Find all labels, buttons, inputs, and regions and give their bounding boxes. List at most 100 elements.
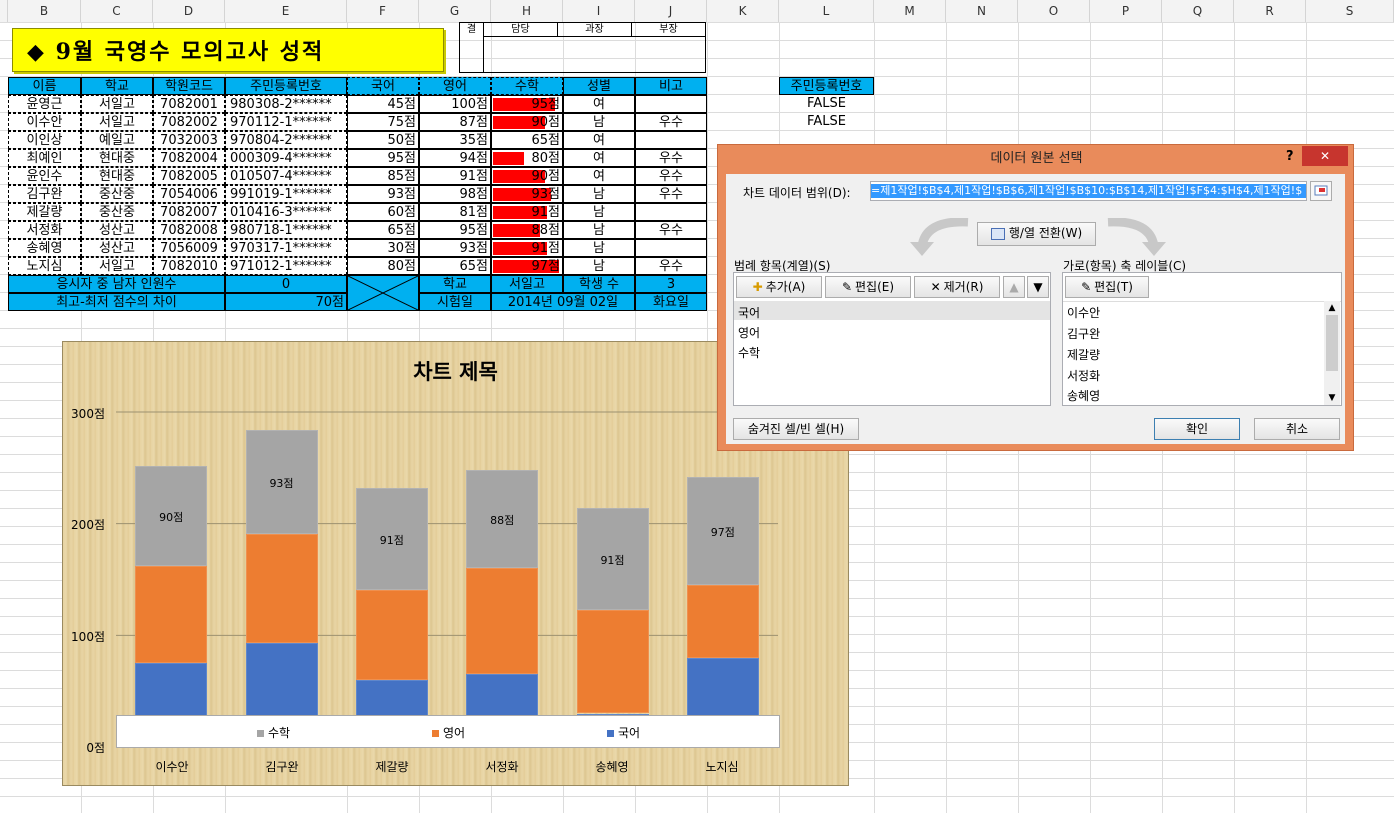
- table-cell[interactable]: [635, 95, 707, 113]
- table-cell[interactable]: 남: [563, 185, 635, 203]
- table-cell[interactable]: 남: [563, 221, 635, 239]
- data-label[interactable]: 91점: [583, 552, 643, 568]
- bar-segment[interactable]: [466, 568, 539, 675]
- column-header[interactable]: R: [1234, 0, 1306, 22]
- table-cell[interactable]: 현대중: [81, 167, 153, 185]
- table-cell[interactable]: 성산고: [81, 221, 153, 239]
- table-cell[interactable]: 중산중: [81, 185, 153, 203]
- table-cell[interactable]: 남: [563, 257, 635, 275]
- bar-segment[interactable]: [245, 533, 318, 644]
- table-cell[interactable]: 7082001: [153, 95, 225, 113]
- table-cell[interactable]: 980308-2******: [225, 95, 347, 113]
- hidden-empty-cells-button[interactable]: 숨겨진 셀/빈 셀(H): [733, 418, 859, 440]
- side-value[interactable]: FALSE: [779, 95, 874, 113]
- table-cell[interactable]: 7082002: [153, 113, 225, 131]
- column-header[interactable]: C: [81, 0, 153, 22]
- table-header-cell[interactable]: 수학: [491, 77, 563, 95]
- table-cell[interactable]: 100점: [419, 95, 491, 113]
- bar-segment[interactable]: [135, 566, 208, 664]
- table-cell[interactable]: 우수: [635, 149, 707, 167]
- series-item[interactable]: 수학: [738, 344, 760, 361]
- table-cell[interactable]: 010507-4******: [225, 167, 347, 185]
- column-header[interactable]: P: [1090, 0, 1162, 22]
- column-header[interactable]: F: [347, 0, 419, 22]
- footer-cell[interactable]: 3: [635, 275, 707, 293]
- table-cell[interactable]: 7082008: [153, 221, 225, 239]
- table-cell[interactable]: 87점: [419, 113, 491, 131]
- remove-series-button[interactable]: ✕ 제거(R): [914, 276, 1000, 298]
- range-input[interactable]: =제1작업!$B$4,제1작업!$B$6,제1작업!$B$10:$B$14,제1…: [870, 181, 1307, 201]
- table-cell[interactable]: 서일고: [81, 257, 153, 275]
- table-cell[interactable]: 여: [563, 95, 635, 113]
- scroll-thumb[interactable]: [1326, 315, 1338, 371]
- table-cell[interactable]: 90점: [491, 113, 563, 131]
- axis-scrollbar[interactable]: ▲ ▼: [1324, 301, 1340, 405]
- column-header[interactable]: G: [419, 0, 491, 22]
- footer-cell[interactable]: 응시자 중 남자 인원수: [8, 275, 225, 293]
- table-cell[interactable]: 윤영근: [8, 95, 81, 113]
- table-cell[interactable]: 여: [563, 149, 635, 167]
- table-header-cell[interactable]: 비고: [635, 77, 707, 95]
- series-item-selected[interactable]: [734, 301, 1050, 320]
- table-cell[interactable]: [635, 131, 707, 149]
- table-header-cell[interactable]: 이름: [8, 77, 81, 95]
- column-header[interactable]: O: [1018, 0, 1090, 22]
- column-header[interactable]: S: [1306, 0, 1394, 22]
- table-cell[interactable]: 95점: [419, 221, 491, 239]
- table-cell[interactable]: 991019-1******: [225, 185, 347, 203]
- table-cell[interactable]: 65점: [347, 221, 419, 239]
- table-cell[interactable]: 80점: [491, 149, 563, 167]
- scroll-down-icon[interactable]: ▼: [1324, 391, 1340, 405]
- table-cell[interactable]: [635, 203, 707, 221]
- table-cell[interactable]: 김구완: [8, 185, 81, 203]
- table-cell[interactable]: 남: [563, 203, 635, 221]
- collapse-range-button[interactable]: [1310, 181, 1332, 201]
- table-cell[interactable]: 7082010: [153, 257, 225, 275]
- footer-cell[interactable]: 학교: [419, 275, 491, 293]
- table-cell[interactable]: 30점: [347, 239, 419, 257]
- table-cell[interactable]: 7056009: [153, 239, 225, 257]
- data-label[interactable]: 90점: [141, 509, 201, 525]
- table-cell[interactable]: 송혜영: [8, 239, 81, 257]
- column-header[interactable]: Q: [1162, 0, 1234, 22]
- table-cell[interactable]: 제갈량: [8, 203, 81, 221]
- table-cell[interactable]: 95점: [491, 95, 563, 113]
- table-header-cell[interactable]: 국어: [347, 77, 419, 95]
- table-header-cell[interactable]: 학원코드: [153, 77, 225, 95]
- table-cell[interactable]: 75점: [347, 113, 419, 131]
- table-cell[interactable]: 서정화: [8, 221, 81, 239]
- scroll-up-icon[interactable]: ▲: [1324, 301, 1340, 315]
- table-header-cell[interactable]: 성별: [563, 77, 635, 95]
- axis-item[interactable]: 제갈량: [1067, 346, 1100, 363]
- table-cell[interactable]: 93점: [491, 185, 563, 203]
- table-cell[interactable]: 이수안: [8, 113, 81, 131]
- column-header[interactable]: I: [563, 0, 635, 22]
- table-cell[interactable]: 98점: [419, 185, 491, 203]
- table-cell[interactable]: 88점: [491, 221, 563, 239]
- table-cell[interactable]: 서일고: [81, 95, 153, 113]
- table-cell[interactable]: 7082005: [153, 167, 225, 185]
- table-cell[interactable]: 남: [563, 113, 635, 131]
- data-label[interactable]: 97점: [693, 524, 753, 540]
- table-cell[interactable]: 우수: [635, 185, 707, 203]
- table-cell[interactable]: 서일고: [81, 113, 153, 131]
- help-icon[interactable]: ?: [1286, 149, 1294, 164]
- table-cell[interactable]: 남: [563, 239, 635, 257]
- data-label[interactable]: 91점: [362, 532, 422, 548]
- table-cell[interactable]: 7082007: [153, 203, 225, 221]
- edit-axis-button[interactable]: ✎ 편집(T): [1065, 276, 1149, 298]
- table-cell[interactable]: 7054006: [153, 185, 225, 203]
- table-cell[interactable]: 000309-4******: [225, 149, 347, 167]
- table-cell[interactable]: 970804-2******: [225, 131, 347, 149]
- table-cell[interactable]: 65점: [491, 131, 563, 149]
- legend-item-english[interactable]: 영어: [432, 724, 465, 741]
- table-header-cell[interactable]: 영어: [419, 77, 491, 95]
- table-cell[interactable]: 우수: [635, 113, 707, 131]
- data-label[interactable]: 88점: [472, 512, 532, 528]
- table-cell[interactable]: 35점: [419, 131, 491, 149]
- axis-item[interactable]: 김구완: [1067, 325, 1100, 342]
- legend-item-korean[interactable]: 국어: [607, 724, 640, 741]
- footer-cell[interactable]: 시험일: [419, 293, 491, 311]
- series-item[interactable]: 국어: [738, 304, 760, 321]
- column-header[interactable]: M: [874, 0, 946, 22]
